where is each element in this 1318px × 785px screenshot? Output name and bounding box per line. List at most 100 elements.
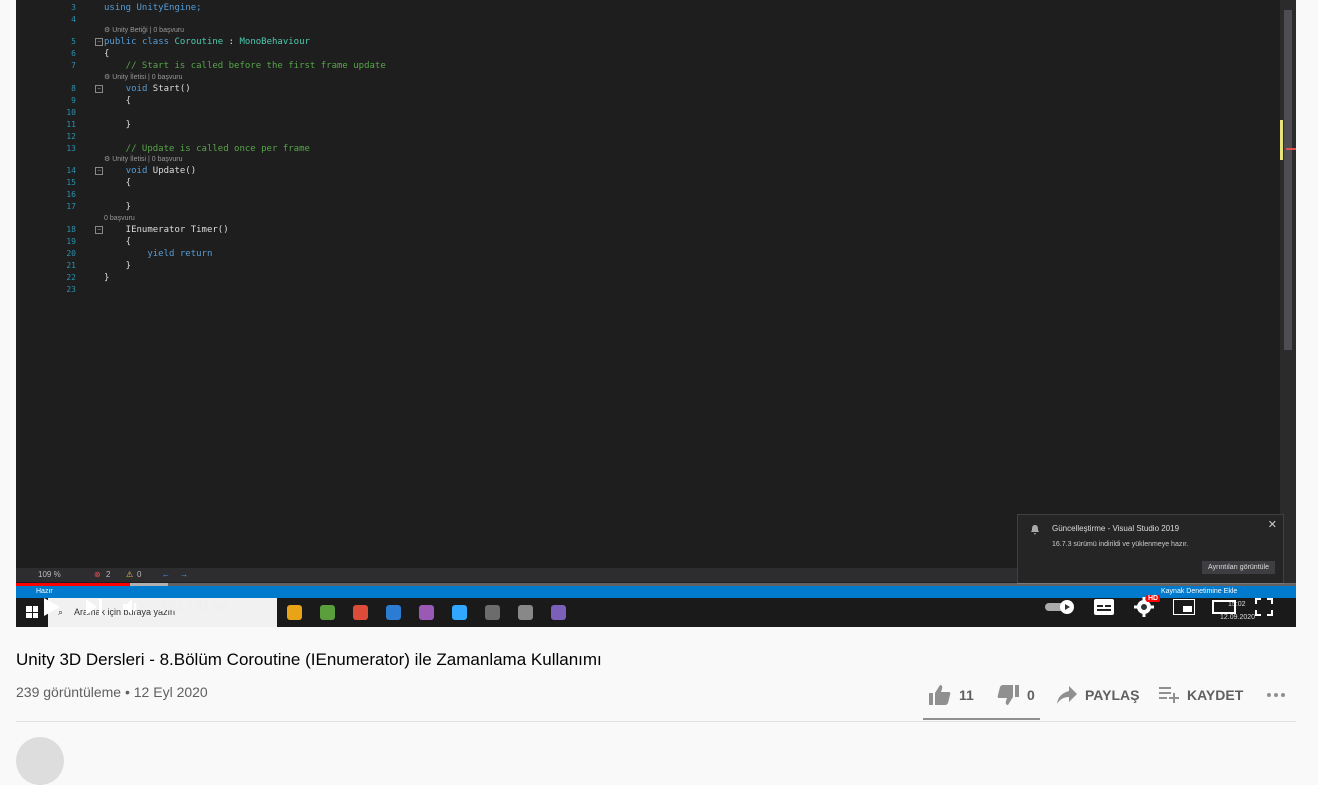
dislike-button[interactable]: 0 [997,684,1035,706]
code-line[interactable]: 14 − void Update() [16,165,1280,177]
more-actions-button[interactable] [1266,684,1294,706]
taskbar-app-icon[interactable] [287,605,302,620]
avatar[interactable] [16,737,64,785]
code-text: } [104,202,132,213]
fold-toggle-icon[interactable]: − [95,84,103,93]
code-line[interactable]: 17 } [16,201,1280,213]
fold-toggle-icon[interactable]: − [95,38,103,47]
code-line[interactable]: 3 using UnityEngine; [16,2,1280,14]
line-number: 14 [66,166,76,176]
codelens-text: ⚙ Unity İletisi | 0 başvuru [104,73,183,81]
code-line[interactable]: 10 [16,107,1280,119]
taskbar-app-icon[interactable] [353,605,368,620]
line-number: 5 [71,37,76,47]
code-line[interactable]: 5 − public class Coroutine : MonoBehaviour [16,36,1280,48]
codelens-hint[interactable]: 0 başvuru [16,214,1280,224]
taskbar-app-icon[interactable] [419,605,434,620]
code-line[interactable]: 23 [16,284,1280,296]
taskbar-app-icon[interactable] [518,605,533,620]
play-button[interactable] [38,593,66,621]
zoom-level[interactable]: 109 % [38,568,61,582]
taskbar-app-icon[interactable] [320,605,335,620]
taskbar-app-icon[interactable] [452,605,467,620]
miniplayer-button[interactable] [1172,593,1196,621]
code-text: // Update is called once per frame [104,144,310,155]
code-line[interactable]: 18 − IEnumerator Timer() [16,224,1280,236]
code-text: // Start is called before the first fram… [104,61,386,72]
share-button[interactable]: PAYLAŞ [1057,684,1139,706]
code-line[interactable]: 15 { [16,177,1280,189]
code-text: } [104,272,110,283]
autoplay-toggle[interactable] [1044,593,1076,621]
line-number: 23 [66,284,76,294]
windows-start-icon[interactable] [26,606,38,618]
view-details-button[interactable]: Ayrıntıları görüntüle [1202,561,1275,574]
code-text: void Start() [125,83,191,94]
code-line[interactable]: 13 // Update is called once per frame [16,143,1280,155]
codelens-hint[interactable]: ⚙ Unity Betiği | 0 başvuru [16,26,1280,36]
save-button[interactable]: KAYDET [1159,684,1243,706]
line-number: 16 [66,190,76,200]
fold-toggle-icon[interactable]: − [95,225,103,234]
meta-separator: • [124,684,130,700]
subtitles-button[interactable] [1092,593,1116,621]
autoplay-icon [1045,600,1074,614]
nav-back-icon[interactable]: ← [162,568,170,582]
code-text: { [104,178,132,189]
thumbs-up-icon [929,685,951,705]
volume-button[interactable] [118,593,146,621]
code-line[interactable]: 21 } [16,260,1280,272]
taskbar-app-icon[interactable] [551,605,566,620]
error-count: 2 [106,570,111,579]
editor-vertical-scrollbar[interactable] [1280,0,1296,584]
line-number: 8 [71,83,76,93]
settings-button[interactable]: HD [1132,593,1161,621]
code-line[interactable]: 7 // Start is called before the first fr… [16,60,1280,72]
code-line[interactable]: 8 − void Start() [16,83,1280,95]
code-line[interactable]: 22} [16,272,1280,284]
scrollbar-thumb[interactable] [1284,10,1292,350]
code-text: } [104,119,132,130]
subtitles-icon [1094,599,1114,615]
line-number: 15 [66,178,76,188]
next-icon [86,599,102,615]
codelens-text: 0 başvuru [104,214,135,222]
update-notification: Güncelleştirme - Visual Studio 2019 16.7… [1017,514,1284,584]
code-line[interactable]: 11 } [16,119,1280,131]
fullscreen-button[interactable] [1252,593,1276,621]
codelens-hint[interactable]: ⚙ Unity İletisi | 0 başvuru [16,73,1280,83]
fold-toggle-icon[interactable]: − [95,167,103,176]
save-label: KAYDET [1187,687,1244,703]
close-icon[interactable]: ✕ [1268,518,1277,531]
line-number: 17 [66,202,76,212]
like-button[interactable]: 11 [929,684,974,706]
nav-forward-icon[interactable]: → [180,568,188,582]
next-button[interactable] [80,593,108,621]
code-text: void Update() [125,166,197,177]
code-line[interactable]: 20 yield return [16,248,1280,260]
code-line[interactable]: 16 [16,189,1280,201]
hd-badge: HD [1146,595,1161,602]
video-title: Unity 3D Dersleri - 8.Bölüm Coroutine (I… [16,650,602,669]
line-number: 11 [66,119,76,129]
code-line[interactable]: 19 { [16,236,1280,248]
taskbar-app-icon[interactable] [485,605,500,620]
code-line[interactable]: 12 [16,131,1280,143]
duration: 31:59 [195,599,228,614]
line-number: 20 [66,248,76,258]
time-display: 2:51 / 31:59 [159,598,228,616]
video-player[interactable]: 2using System.Collections.Generic;3using… [16,0,1296,627]
taskbar-app-icon[interactable] [386,605,401,620]
codelens-hint[interactable]: ⚙ Unity İletisi | 0 başvuru [16,155,1280,165]
error-icon[interactable]: ⊗ [94,568,101,582]
video-progress-bar[interactable] [16,583,1296,586]
warning-icon[interactable]: ⚠ [126,568,133,582]
theater-mode-button[interactable] [1212,593,1236,621]
code-line[interactable]: 9 { [16,95,1280,107]
codelens-text: ⚙ Unity Betiği | 0 başvuru [104,27,185,35]
more-icon [1267,693,1285,697]
code-line[interactable]: 4 [16,14,1280,26]
code-line[interactable]: 6{ [16,48,1280,60]
code-text: { [104,236,132,247]
code-editor[interactable]: 2using System.Collections.Generic;3using… [16,0,1280,296]
